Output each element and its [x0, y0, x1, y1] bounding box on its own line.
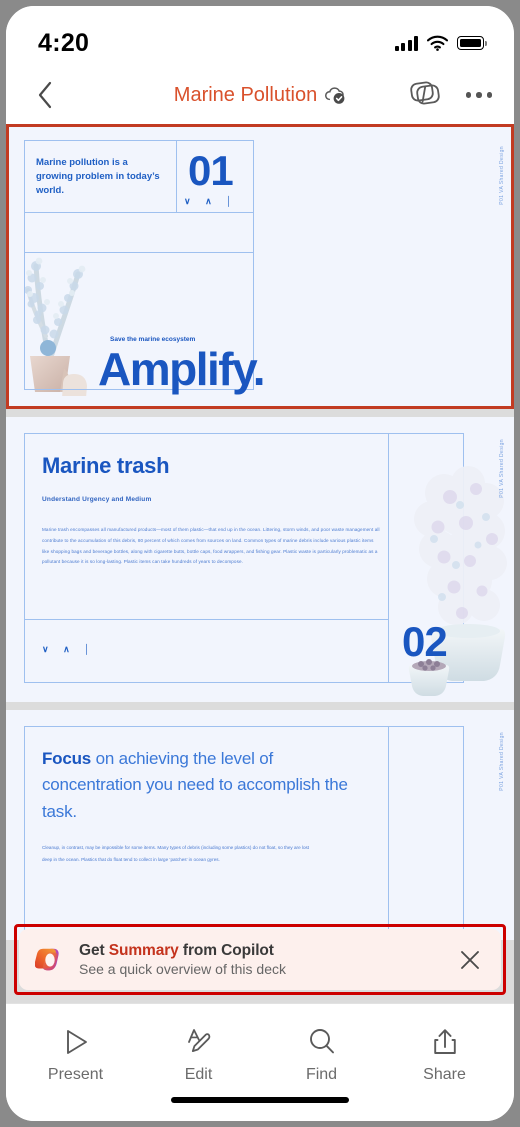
slide1-divider-top	[24, 212, 254, 213]
copilot-title-suffix: from Copilot	[178, 942, 274, 959]
nav-bar: Marine Pollution	[6, 66, 514, 124]
tab-share[interactable]: Share	[383, 1025, 506, 1084]
copilot-summary-banner[interactable]: Get Summary from Copilot See a quick ove…	[19, 929, 501, 990]
slide3-title-emphasis: Focus	[42, 749, 92, 768]
copilot-banner-close-button[interactable]	[455, 945, 485, 975]
slide-separator	[6, 702, 514, 710]
slide2-vertical-label: P01 VA Shared Design	[499, 439, 505, 498]
slide1-wordmark: Amplify.	[98, 343, 266, 395]
copilot-title-highlight: Summary	[108, 942, 179, 959]
coral-bouquet-illustration	[408, 466, 507, 696]
play-triangle-icon	[66, 1030, 87, 1054]
tab-present-label: Present	[47, 1066, 104, 1083]
tab-find[interactable]: Find	[260, 1025, 383, 1084]
copilot-banner-title: Get Summary from Copilot	[79, 942, 441, 960]
slide1-divider-vertical	[176, 140, 177, 212]
slide2-divider-vertical	[388, 433, 389, 683]
status-indicators	[394, 35, 488, 51]
share-upload-icon	[433, 1029, 456, 1054]
slide2-nav-glyphs: ∨ ∧ │	[42, 644, 96, 654]
slide3-title: Focus on achieving the level of concentr…	[42, 746, 372, 825]
pen-edit-icon	[187, 1029, 210, 1052]
slide2-subtitle: Understand Urgency and Medium	[42, 496, 152, 503]
cellular-signal-icon	[394, 35, 418, 51]
phone-screen: 4:20 Marine Pollution Marine pollution i…	[0, 0, 520, 1127]
close-icon	[461, 950, 479, 969]
copilot-logo-icon	[35, 948, 59, 970]
bottom-tab-bar: Present Edit Find Share	[6, 1003, 514, 1121]
wifi-icon	[427, 35, 448, 51]
cloud-check-icon	[325, 86, 345, 104]
copilot-title-prefix: Get	[79, 942, 109, 959]
search-icon	[309, 1029, 334, 1054]
slide1-number: 01	[188, 147, 234, 194]
slide1-tagline: Save the marine ecosystem	[110, 336, 196, 343]
slide1-vertical-label: P01 VA Shared Design	[499, 146, 505, 205]
status-clock: 4:20	[38, 28, 90, 57]
tab-share-label: Share	[423, 1066, 466, 1083]
slide1-nav-glyphs: ∨ ∧ │	[184, 196, 238, 206]
tab-present[interactable]: Present	[14, 1025, 137, 1084]
tab-edit[interactable]: Edit	[137, 1025, 260, 1084]
slide-layers-icon	[409, 80, 440, 105]
back-button[interactable]	[28, 78, 62, 112]
tab-find-label: Find	[305, 1066, 338, 1083]
slide1-lead-text: Marine pollution is a growing problem in…	[36, 157, 160, 196]
tab-bar-items: Present Edit Find Share	[6, 1004, 514, 1097]
page-title: Marine Pollution	[173, 83, 318, 106]
more-options-button[interactable]	[465, 92, 492, 98]
tab-edit-label: Edit	[184, 1066, 213, 1083]
more-options-icon	[465, 92, 471, 98]
slide-separator	[6, 409, 514, 417]
slide2-divider-horizontal	[24, 619, 388, 620]
home-indicator	[6, 1097, 514, 1121]
slide2-body-text: Marine trash encompasses all manufacture…	[42, 527, 380, 565]
slide2-title: Marine trash	[42, 453, 170, 478]
copilot-banner-text: Get Summary from Copilot See a quick ove…	[79, 942, 441, 977]
chevron-left-icon	[38, 81, 52, 109]
slide2-number: 02	[402, 618, 448, 665]
slide1-divider-bottom	[24, 252, 254, 253]
nav-actions	[408, 78, 492, 113]
status-bar: 4:20	[6, 6, 514, 66]
battery-icon	[457, 36, 488, 50]
slide3-vertical-label: P01 VA Shared Design	[499, 732, 505, 791]
slide-thumbnail-1[interactable]: Marine pollution is a growing problem in…	[6, 124, 514, 409]
slide-thumbnail-2[interactable]: Marine trash Understand Urgency and Medi…	[6, 417, 514, 702]
copilot-banner-subtitle: See a quick overview of this deck	[79, 961, 286, 977]
slide-thumbnail-3[interactable]: Focus on achieving the level of concentr…	[6, 710, 514, 976]
slide3-body-text: Cleanup, in contrast, may be impossible …	[42, 845, 310, 862]
slide-list[interactable]: Marine pollution is a growing problem in…	[6, 124, 514, 1003]
copilot-banner-selection: Get Summary from Copilot See a quick ove…	[14, 924, 506, 995]
slides-view-button[interactable]	[408, 78, 442, 113]
